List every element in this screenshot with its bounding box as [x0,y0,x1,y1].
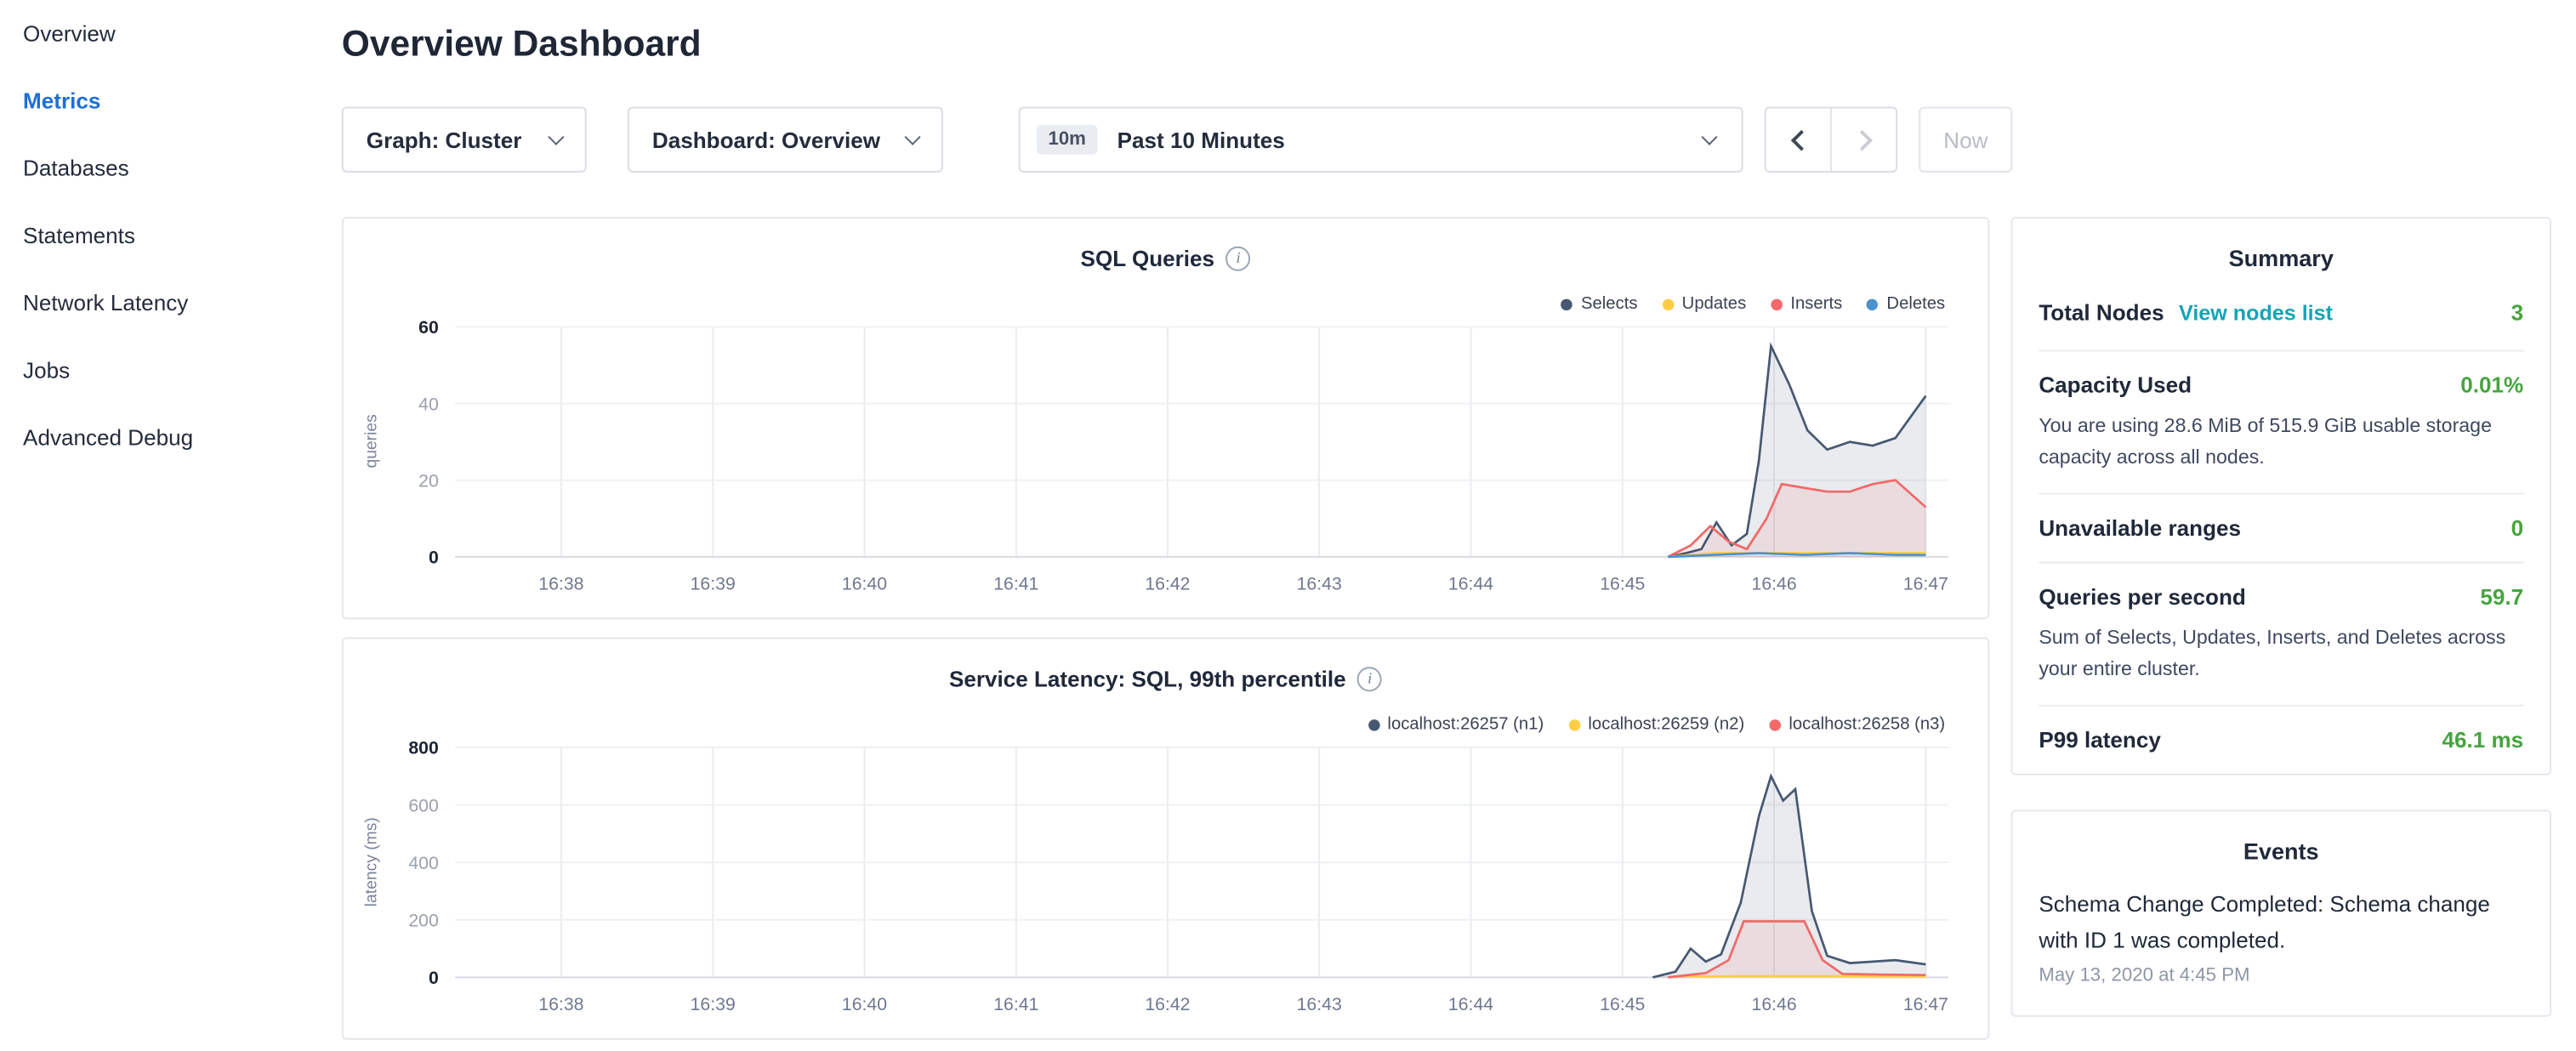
svg-text:16:46: 16:46 [1752,994,1797,1014]
summary-value: 3 [2511,301,2524,326]
svg-text:16:44: 16:44 [1448,994,1493,1014]
chart-title: SQL Queries [1081,247,1215,271]
summary-label: Capacity Used [2039,373,2192,398]
svg-text:16:40: 16:40 [842,994,887,1014]
legend-dot [1769,719,1781,730]
sidebar-item-statements[interactable]: Statements [0,202,312,270]
summary-row-queries-per-second: Queries per second 59.7 Sum of Selects, … [2039,564,2523,707]
svg-text:16:42: 16:42 [1145,574,1190,594]
time-pager [1765,107,1897,173]
events-title: Events [2039,811,2523,871]
events-panel: Events Schema Change Completed: Schema c… [2010,810,2551,1017]
summary-label: Total Nodes [2039,301,2164,326]
legend-dot [1662,298,1674,310]
sidebar-item-overview[interactable]: Overview [0,0,312,67]
summary-title: Summary [2039,219,2523,278]
summary-value: 0.01% [2460,373,2523,398]
dashboard-dropdown-label: Dashboard: Overview [652,128,880,152]
view-nodes-link[interactable]: View nodes list [2179,301,2333,326]
svg-text:16:44: 16:44 [1448,574,1493,594]
service-latency-chart[interactable]: 16:38 16:39 16:40 16:41 16:42 16:43 16:44 16:45… [360,731,1975,1031]
svg-text:16:43: 16:43 [1297,574,1342,594]
summary-row-p99-latency: P99 latency 46.1 ms [2039,707,2523,774]
summary-value: 0 [2511,516,2524,541]
summary-value: 59.7 [2480,585,2523,610]
time-range-label: Past 10 Minutes [1117,128,1285,152]
sql-queries-chart-panel: SQL Queries i Selects Updates Inserts De… [342,217,1990,619]
graph-dropdown[interactable]: Graph: Cluster [342,107,587,173]
next-time-button[interactable] [1832,108,1896,170]
sql-queries-chart[interactable]: 16:38 16:39 16:40 16:41 16:42 16:43 16:44 16:45… [360,310,1975,610]
sidebar-item-network-latency[interactable]: Network Latency [0,270,312,337]
app-root: Overview Metrics Databases Statements Ne… [0,0,2576,1051]
svg-text:16:38: 16:38 [538,574,583,594]
event-message: Schema Change Completed: Schema change w… [2039,887,2523,957]
summary-value: 46.1 ms [2442,728,2523,753]
legend-dot [1561,298,1573,310]
event-timestamp: May 13, 2020 at 4:45 PM [2039,966,2523,986]
svg-text:16:45: 16:45 [1600,574,1645,594]
legend-dot [1368,719,1379,730]
svg-text:20: 20 [418,470,439,491]
legend-dot [1568,719,1580,730]
summary-label: Unavailable ranges [2039,516,2241,541]
svg-text:400: 400 [408,853,438,873]
legend-dot [1867,298,1879,310]
chevron-left-icon [1790,129,1811,151]
svg-text:0: 0 [429,968,439,988]
summary-description: Sum of Selects, Updates, Inserts, and De… [2039,622,2523,684]
now-button[interactable]: Now [1919,107,2012,173]
chevron-down-icon [1701,128,1717,145]
chevron-right-icon [1851,129,1872,151]
summary-label: P99 latency [2039,728,2161,753]
sidebar-item-advanced-debug[interactable]: Advanced Debug [0,404,312,471]
chart-title: Service Latency: SQL, 99th percentile [949,667,1346,691]
svg-text:16:42: 16:42 [1145,994,1190,1014]
sidebar-item-jobs[interactable]: Jobs [0,337,312,404]
time-range-badge: 10m [1037,125,1098,155]
controls-bar: Graph: Cluster Dashboard: Overview 10m P… [342,107,2149,173]
chart-header: Service Latency: SQL, 99th percentile i [344,667,1988,691]
sidebar-item-metrics[interactable]: Metrics [0,67,312,134]
summary-panel: Summary Total Nodes View nodes list 3 Cap… [2010,217,2551,776]
svg-text:16:46: 16:46 [1752,574,1797,594]
prev-time-button[interactable] [1766,108,1832,170]
page-title: Overview Dashboard [342,23,702,65]
summary-row-total-nodes: Total Nodes View nodes list 3 [2039,277,2523,351]
info-icon[interactable]: i [1357,667,1382,691]
svg-text:16:45: 16:45 [1600,994,1645,1014]
summary-row-unavailable-ranges: Unavailable ranges 0 [2039,495,2523,564]
svg-text:16:43: 16:43 [1297,994,1342,1014]
svg-text:16:47: 16:47 [1903,994,1948,1014]
svg-text:600: 600 [408,795,438,815]
svg-text:16:39: 16:39 [691,994,736,1014]
summary-row-capacity-used: Capacity Used 0.01% You are using 28.6 M… [2039,351,2523,494]
chevron-down-icon [905,128,921,145]
svg-text:16:39: 16:39 [691,574,736,594]
svg-text:16:41: 16:41 [993,574,1038,594]
sidebar: Overview Metrics Databases Statements Ne… [0,0,312,1051]
summary-description: You are using 28.6 MiB of 515.9 GiB usab… [2039,411,2523,472]
svg-text:16:47: 16:47 [1903,574,1948,594]
svg-text:200: 200 [408,911,438,931]
svg-text:60: 60 [418,317,439,338]
svg-text:16:40: 16:40 [842,574,887,594]
svg-text:40: 40 [418,394,439,414]
time-range-dropdown[interactable]: 10m Past 10 Minutes [1019,107,1743,173]
info-icon[interactable]: i [1226,247,1251,271]
svg-text:16:38: 16:38 [538,994,583,1014]
dashboard-dropdown[interactable]: Dashboard: Overview [628,107,943,173]
legend-dot [1771,298,1783,310]
graph-dropdown-label: Graph: Cluster [367,128,522,152]
svg-text:16:41: 16:41 [993,994,1038,1014]
chart-header: SQL Queries i [344,247,1988,271]
svg-text:800: 800 [408,738,438,758]
event-item: Schema Change Completed: Schema change w… [2039,871,2523,986]
summary-label: Queries per second [2039,585,2246,610]
sidebar-item-databases[interactable]: Databases [0,134,312,202]
service-latency-chart-panel: Service Latency: SQL, 99th percentile i … [342,638,1990,1040]
svg-text:0: 0 [429,548,439,568]
chevron-down-icon [548,128,564,145]
